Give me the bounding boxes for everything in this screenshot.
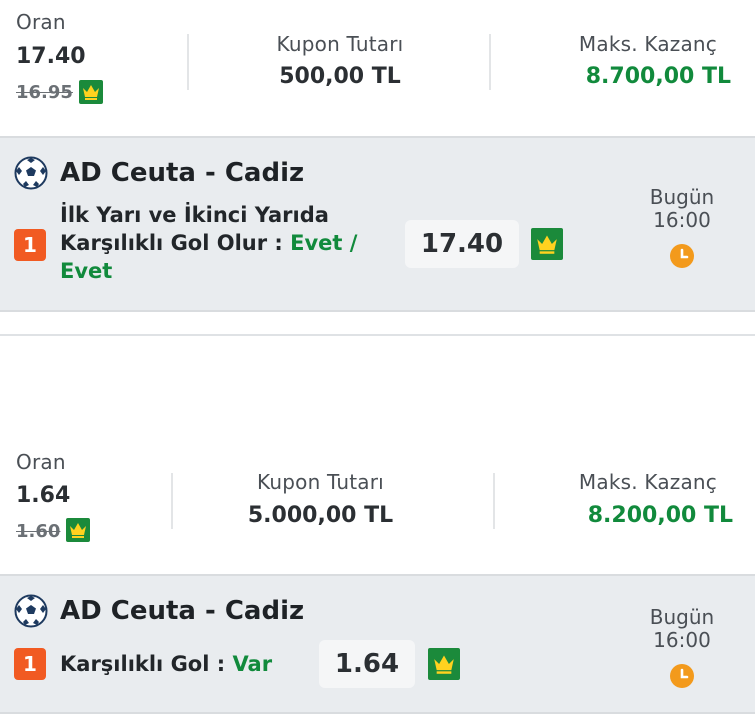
clock-icon — [670, 664, 694, 688]
match-day: Bugün — [649, 185, 715, 209]
coupon-summary: Oran 17.40 16.95 Kupon Tutarı 500,00 TL … — [0, 0, 755, 136]
coupon-summary: Oran 1.64 1.60 Kupon Tutarı 5.000,00 TL … — [0, 440, 755, 574]
divider — [171, 473, 173, 529]
odds-box[interactable]: 1.64 — [319, 640, 415, 688]
selection-index-badge: 1 — [14, 648, 46, 680]
market-line: İlk Yarı ve İkinci Yarıda — [60, 203, 329, 227]
kupon-tutari-label: Kupon Tutarı — [276, 32, 404, 56]
divider — [493, 473, 495, 529]
market-name: Karşılıklı Gol : Var — [60, 650, 272, 678]
odds-box[interactable]: 17.40 — [405, 220, 519, 268]
match-time: 16:00 — [653, 208, 711, 232]
maks-kazanc-label: Maks. Kazanç — [578, 32, 717, 56]
selection-index-badge: 1 — [14, 229, 46, 261]
crown-icon — [66, 518, 90, 542]
clock-icon — [670, 244, 694, 268]
kupon-tutari-value: 5.000,00 TL — [247, 503, 394, 528]
maks-kazanc-value: 8.200,00 TL — [587, 503, 733, 528]
crown-icon — [79, 80, 103, 104]
selection-text: Var — [232, 652, 273, 676]
oran-old-value: 16.95 — [16, 82, 73, 103]
match-title: AD Ceuta - Cadiz — [60, 596, 305, 626]
kupon-tutari-value: 500,00 TL — [279, 64, 401, 89]
oran-value: 17.40 — [16, 44, 86, 69]
market-text: Karşılıklı Gol Olur : — [60, 231, 291, 255]
oran-label: Oran — [16, 10, 66, 34]
match-title: AD Ceuta - Cadiz — [60, 158, 305, 188]
crown-icon — [428, 648, 460, 680]
oran-label: Oran — [16, 450, 66, 474]
kupon-tutari-label: Kupon Tutarı — [257, 470, 384, 494]
selection-text: Evet — [60, 259, 113, 283]
maks-kazanc-value: 8.700,00 TL — [585, 64, 731, 89]
market-line: Karşılıklı Gol Olur : Evet / — [60, 229, 390, 257]
selection-text: Evet / — [290, 231, 358, 255]
oran-value: 1.64 — [16, 483, 71, 508]
oran-old-value: 1.60 — [16, 521, 61, 542]
match-day: Bugün — [649, 605, 715, 629]
market-text: Karşılıklı Gol : — [60, 652, 233, 676]
market-name: İlk Yarı ve İkinci Yarıda Karşılıklı Gol… — [60, 201, 390, 285]
crown-icon — [531, 228, 563, 260]
bet-card[interactable]: AD Ceuta - Cadiz 1 Karşılıklı Gol : Var … — [0, 574, 755, 714]
soccer-ball-icon — [14, 594, 48, 628]
divider — [489, 34, 491, 90]
maks-kazanc-label: Maks. Kazanç — [578, 470, 717, 494]
coupon-separator — [0, 334, 755, 336]
match-time: 16:00 — [653, 628, 711, 652]
divider — [187, 34, 189, 90]
soccer-ball-icon — [14, 156, 48, 190]
bet-card[interactable]: AD Ceuta - Cadiz 1 İlk Yarı ve İkinci Ya… — [0, 136, 755, 312]
